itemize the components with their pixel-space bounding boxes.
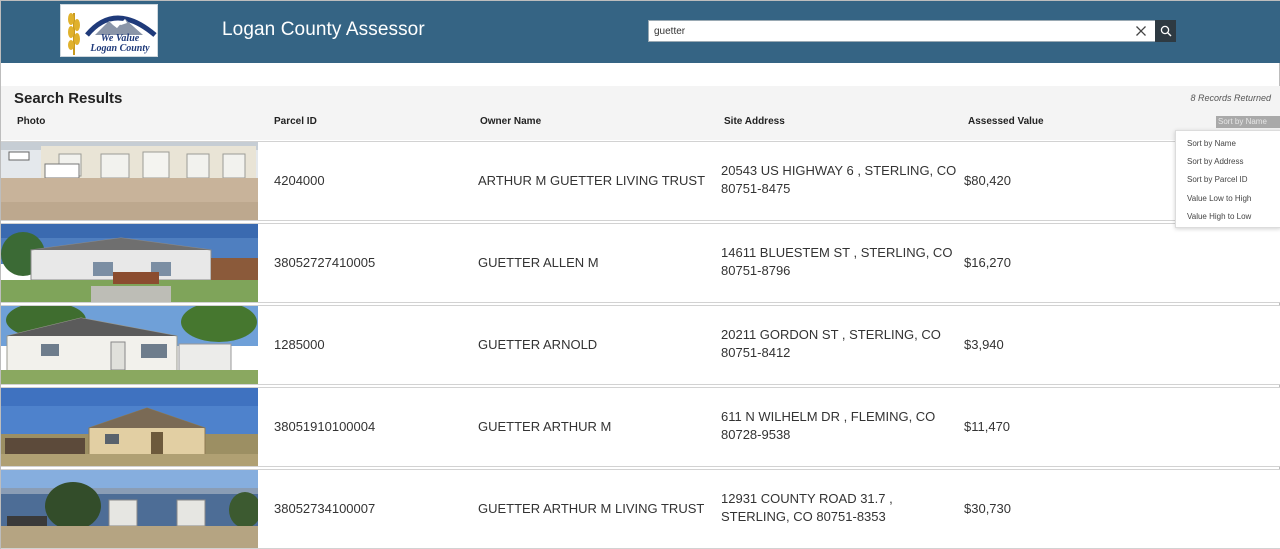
table-row[interactable]: 38051910100004 GUETTER ARTHUR M 611 N WI… (1, 387, 1280, 467)
sort-option-parcel-id[interactable]: Sort by Parcel ID (1187, 175, 1247, 184)
sort-option-address[interactable]: Sort by Address (1187, 157, 1243, 166)
assessed-value: $11,470 (964, 419, 1011, 434)
site-address: 611 N WILHELM DR , FLEMING, CO 80728-953… (721, 409, 936, 442)
column-header-parcel-id: Parcel ID (274, 116, 317, 127)
property-photo[interactable] (1, 470, 258, 548)
table-row[interactable]: 38052734100007 GUETTER ARTHUR M LIVING T… (1, 469, 1280, 549)
table-row[interactable]: 1285000 GUETTER ARNOLD 20211 GORDON ST ,… (1, 305, 1280, 385)
site-address: 20543 US HIGHWAY 6 , STERLING, CO 80751-… (721, 163, 957, 196)
site-address: 20211 GORDON ST , STERLING, CO 80751-841… (721, 327, 941, 360)
site-address: 14611 BLUESTEM ST , STERLING, CO 80751-8… (721, 245, 953, 278)
search-box (648, 20, 1156, 42)
sort-option-value-high-low[interactable]: Value High to Low (1187, 212, 1251, 221)
column-header-assessed-value: Assessed Value (968, 116, 1044, 127)
clear-search-button[interactable] (1133, 23, 1149, 39)
results-title: Search Results (14, 90, 123, 107)
search-button[interactable] (1155, 20, 1176, 42)
sort-dropdown[interactable]: Sort by Name (1216, 116, 1280, 128)
column-header-owner-name: Owner Name (480, 116, 542, 127)
owner-name: GUETTER ARTHUR M (478, 419, 612, 434)
assessed-value: $30,730 (964, 501, 1011, 516)
parcel-id: 1285000 (274, 337, 325, 352)
assessed-value: $3,940 (964, 337, 1004, 352)
parcel-id: 38052734100007 (274, 501, 376, 516)
owner-name: ARTHUR M GUETTER LIVING TRUST (478, 173, 706, 188)
column-header-photo: Photo (17, 116, 46, 127)
logo-text-line2: Logan County (90, 43, 150, 54)
site-address: 12931 COUNTY ROAD 31.7 , STERLING, CO 80… (721, 491, 893, 524)
sort-option-value-low-high[interactable]: Value Low to High (1187, 194, 1251, 203)
county-logo[interactable]: We Value Logan County (60, 4, 158, 57)
search-input[interactable] (649, 21, 1129, 41)
close-icon (1136, 26, 1146, 36)
property-photo[interactable] (1, 224, 258, 302)
parcel-id: 38051910100004 (274, 419, 376, 434)
search-results-panel: Search Results 8 Records Returned Photo … (1, 86, 1280, 549)
column-header-site-address: Site Address (724, 116, 785, 127)
owner-name: GUETTER ALLEN M (478, 255, 599, 270)
parcel-id: 38052727410005 (274, 255, 376, 270)
sort-option-name[interactable]: Sort by Name (1187, 139, 1236, 148)
owner-name: GUETTER ARTHUR M LIVING TRUST (478, 501, 705, 516)
table-row[interactable]: 4204000 ARTHUR M GUETTER LIVING TRUST 20… (1, 141, 1280, 221)
property-photo[interactable] (1, 306, 258, 384)
results-header: Search Results 8 Records Returned Photo … (1, 86, 1280, 140)
property-photo[interactable] (1, 388, 258, 466)
table-row[interactable]: 38052727410005 GUETTER ALLEN M 14611 BLU… (1, 223, 1280, 303)
property-photo[interactable] (1, 142, 258, 220)
parcel-id: 4204000 (274, 173, 325, 188)
sort-menu: Sort by Name Sort by Address Sort by Par… (1175, 130, 1280, 228)
assessed-value: $16,270 (964, 255, 1011, 270)
assessed-value: $80,420 (964, 173, 1011, 188)
records-count: 8 Records Returned (1190, 93, 1271, 103)
app-title: Logan County Assessor (222, 19, 425, 40)
owner-name: GUETTER ARNOLD (478, 337, 598, 352)
search-icon (1160, 25, 1172, 37)
